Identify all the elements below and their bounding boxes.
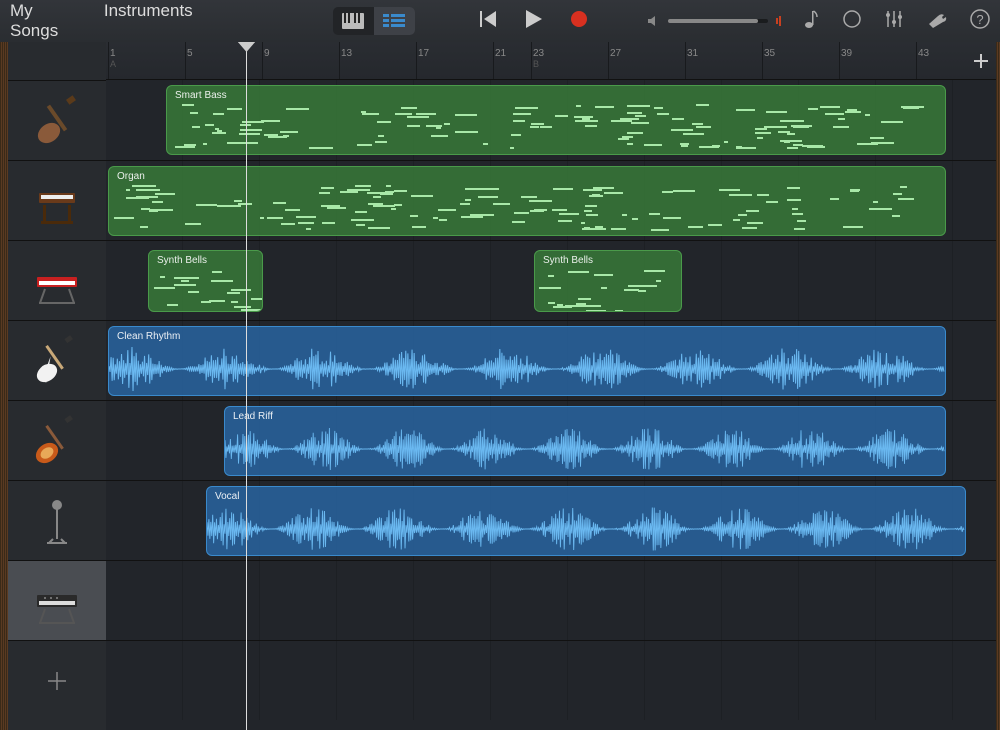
- ruler-tick: 13: [341, 48, 352, 59]
- region-label: Clean Rhythm: [117, 331, 937, 342]
- master-volume[interactable]: [648, 15, 784, 27]
- mixer-icon: [884, 9, 904, 29]
- region-audio[interactable]: Clean Rhythm: [108, 326, 946, 396]
- piano-icon: [342, 13, 364, 29]
- top-left-nav: My Songs Instruments: [10, 1, 193, 41]
- play-icon: [526, 10, 542, 28]
- rewind-button[interactable]: [480, 11, 498, 32]
- play-button[interactable]: [526, 10, 542, 33]
- instruments-link[interactable]: Instruments: [104, 1, 193, 41]
- region-label: Organ: [117, 171, 937, 182]
- track-lane[interactable]: [106, 560, 996, 640]
- settings-button[interactable]: [926, 10, 948, 33]
- guitar-white-icon: [27, 331, 87, 391]
- track-head-bass[interactable]: [8, 80, 106, 160]
- bass-guitar-icon: [27, 91, 87, 151]
- guitar-sunburst-icon: [27, 411, 87, 471]
- ruler-tick: 35: [764, 48, 775, 59]
- plus-icon: [44, 668, 70, 694]
- note-icon: [804, 9, 820, 29]
- ruler-tick: 17: [418, 48, 429, 59]
- view-toggle: [333, 7, 415, 35]
- track-headers: [8, 42, 106, 730]
- mic-stand-icon: [27, 491, 87, 551]
- loop-icon: [842, 9, 862, 29]
- my-songs-link[interactable]: My Songs: [10, 1, 82, 41]
- tracks-icon: [383, 14, 405, 28]
- svg-text:?: ?: [976, 12, 983, 27]
- track-lane[interactable]: Smart Bass: [106, 80, 996, 160]
- organ-icon: [27, 171, 87, 231]
- ruler-tick: 43: [918, 48, 929, 59]
- record-icon: [570, 10, 588, 28]
- ruler-tick: 23B: [533, 48, 544, 70]
- note-editor-button[interactable]: [804, 9, 820, 34]
- synth-icon: [27, 571, 87, 631]
- volume-limit-icon: [776, 15, 784, 27]
- region-audio[interactable]: Vocal: [206, 486, 966, 556]
- volume-low-icon: [648, 15, 660, 27]
- ruler-tick: 5: [187, 48, 193, 59]
- region-label: Vocal: [215, 491, 957, 502]
- wrench-icon: [926, 10, 948, 28]
- track-head-synth-bells[interactable]: [8, 240, 106, 320]
- region-label: Synth Bells: [543, 255, 673, 266]
- piano-view-button[interactable]: [333, 7, 374, 35]
- track-lane[interactable]: [106, 640, 996, 720]
- track-lane[interactable]: Synth Bells Synth Bells: [106, 240, 996, 320]
- region-label: Lead Riff: [233, 411, 937, 422]
- transport-controls: [480, 10, 588, 33]
- track-lane[interactable]: Vocal: [106, 480, 996, 560]
- record-button[interactable]: [570, 10, 588, 33]
- tracks-view-button[interactable]: [374, 7, 415, 35]
- top-bar: My Songs Instruments: [0, 0, 1000, 42]
- ruler-tick: 1A: [110, 48, 116, 70]
- region-midi[interactable]: Organ: [108, 166, 946, 236]
- plus-icon: [972, 52, 990, 70]
- track-lane[interactable]: Organ: [106, 160, 996, 240]
- ruler-tick: 31: [687, 48, 698, 59]
- volume-slider[interactable]: [668, 19, 768, 23]
- add-track-button[interactable]: [8, 640, 106, 720]
- track-head-synth[interactable]: [8, 560, 106, 640]
- bar-ruler[interactable]: 1A 5 9 13 17 21 23B 27 31 35 39 43: [106, 42, 996, 80]
- region-audio[interactable]: Lead Riff: [224, 406, 946, 476]
- ruler-tick: 9: [264, 48, 270, 59]
- region-label: Synth Bells: [157, 255, 254, 266]
- track-lane[interactable]: Clean Rhythm: [106, 320, 996, 400]
- region-label: Smart Bass: [175, 90, 937, 101]
- ruler-spacer: [8, 42, 106, 80]
- add-section-button[interactable]: [970, 50, 992, 72]
- right-gutter: [996, 42, 1000, 730]
- right-toolbar: ?: [804, 9, 990, 34]
- main-area: 1A5913172123B2731353943 Smart BassOrganS…: [0, 42, 1000, 730]
- track-lanes: Smart Bass Organ Synth Bells Synth Bells Cle…: [106, 80, 996, 720]
- region-midi[interactable]: Synth Bells: [148, 250, 263, 312]
- timeline[interactable]: 1A5913172123B2731353943 Smart BassOrganS…: [106, 42, 996, 730]
- mixer-button[interactable]: [884, 9, 904, 34]
- track-head-lead-riff[interactable]: [8, 400, 106, 480]
- help-icon: ?: [970, 9, 990, 29]
- region-midi[interactable]: Smart Bass: [166, 85, 946, 155]
- track-head-organ[interactable]: [8, 160, 106, 240]
- keyboard-red-icon: [27, 251, 87, 311]
- track-head-vocal[interactable]: [8, 480, 106, 560]
- ruler-tick: 27: [610, 48, 621, 59]
- rewind-icon: [480, 11, 498, 27]
- left-gutter: [0, 42, 8, 730]
- ruler-tick: 39: [841, 48, 852, 59]
- track-lane[interactable]: Lead Riff: [106, 400, 996, 480]
- track-head-clean-rhythm[interactable]: [8, 320, 106, 400]
- region-midi[interactable]: Synth Bells: [534, 250, 682, 312]
- help-button[interactable]: ?: [970, 9, 990, 34]
- ruler-tick: 21: [495, 48, 506, 59]
- loop-button[interactable]: [842, 9, 862, 34]
